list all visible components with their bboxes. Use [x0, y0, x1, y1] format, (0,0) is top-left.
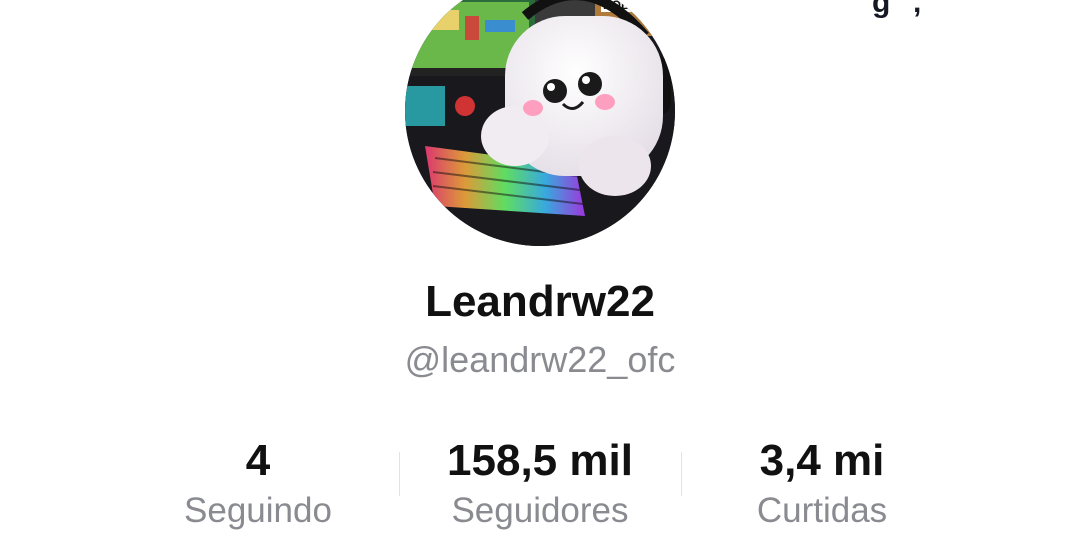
following-label: Seguindo: [184, 491, 332, 530]
profile-avatar[interactable]: ROBLO: [405, 0, 675, 246]
avatar-image: ROBLO: [405, 0, 675, 246]
stat-followers[interactable]: 158,5 mil Seguidores: [390, 432, 690, 532]
cut-off-top-icons: g ,: [872, 0, 924, 19]
following-count: 4: [245, 436, 271, 485]
likes-count: 3,4 mi: [759, 436, 885, 485]
display-name: Leandrw22: [425, 277, 655, 326]
likes-label: Curtidas: [756, 491, 888, 530]
followers-count: 158,5 mil: [447, 436, 633, 485]
followers-label: Seguidores: [451, 491, 629, 530]
stat-following[interactable]: 4 Seguindo: [108, 432, 408, 532]
username-handle: @leandrw22_ofc: [404, 339, 676, 380]
stat-likes[interactable]: 3,4 mi Curtidas: [672, 432, 972, 532]
